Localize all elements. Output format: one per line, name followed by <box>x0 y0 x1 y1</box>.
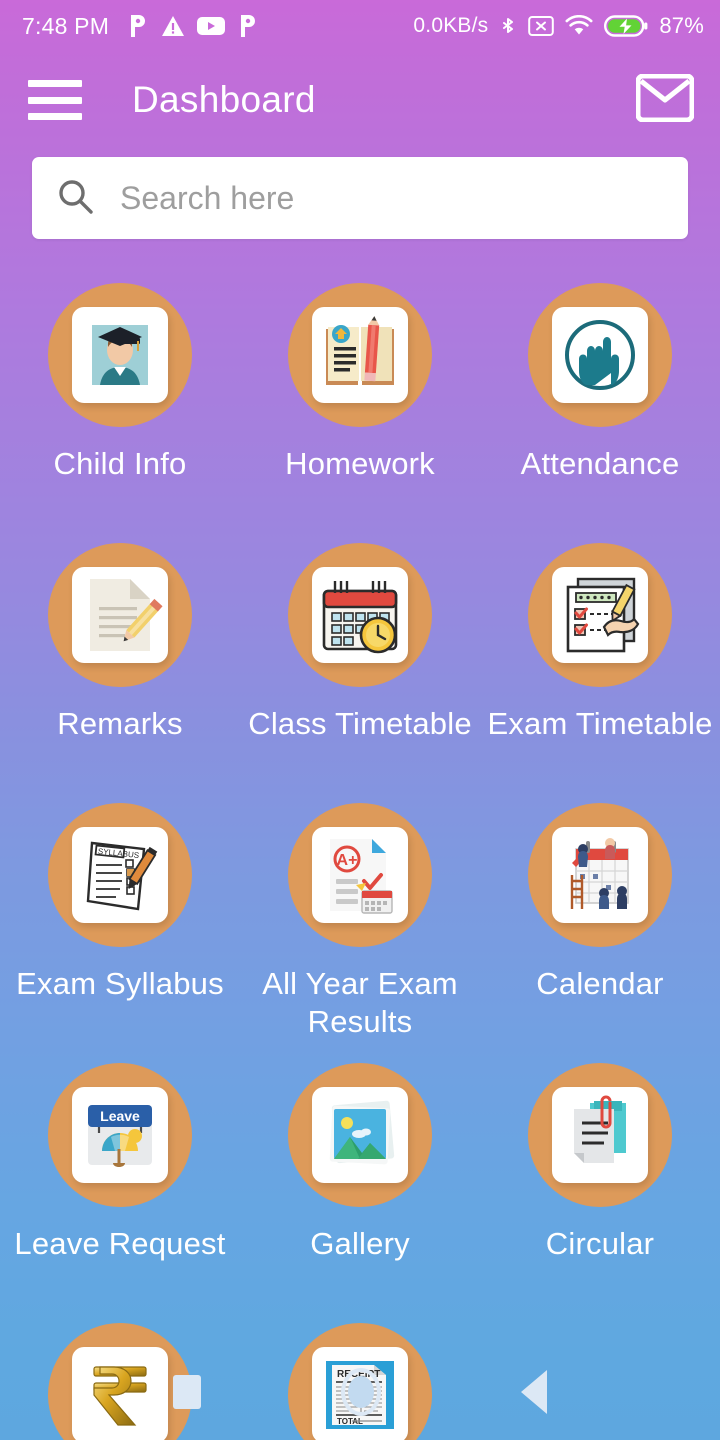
student-photo-icon <box>72 307 168 403</box>
grid-item-exam-syllabus[interactable]: SYLLABUS Exam Syllabus <box>0 803 240 1063</box>
grid-item-gallery[interactable]: Gallery <box>240 1063 480 1323</box>
grid-item-exam-timetable[interactable]: Exam Timetable <box>480 543 720 803</box>
grid-item-child-info[interactable]: Child Info <box>0 283 240 543</box>
icon-badge <box>528 283 672 427</box>
icon-badge <box>48 543 192 687</box>
grid-item-label: Class Timetable <box>248 706 472 741</box>
grid-item-label: Child Info <box>53 446 187 481</box>
search-bar-container <box>0 148 720 239</box>
no-sim-icon <box>528 14 555 38</box>
wifi-icon <box>565 15 593 37</box>
square-icon <box>173 1375 201 1409</box>
photo-stack-icon <box>312 1087 408 1183</box>
hamburger-line <box>28 113 82 120</box>
calendar-people-icon <box>552 827 648 923</box>
icon-badge: SYLLABUS <box>48 803 192 947</box>
battery-charging-icon <box>604 14 648 38</box>
youtube-icon <box>197 15 226 37</box>
icon-badge <box>288 1063 432 1207</box>
warning-triangle-icon <box>161 14 185 38</box>
syllabus-pen-icon: SYLLABUS <box>72 827 168 923</box>
icon-badge: A+ <box>288 803 432 947</box>
paperclip-document-icon <box>552 1087 648 1183</box>
grid-item-class-timetable[interactable]: Class Timetable <box>240 543 480 803</box>
home-button[interactable] <box>341 1368 381 1416</box>
svg-text:Leave: Leave <box>100 1108 140 1124</box>
network-speed: 0.0KB/s <box>413 14 489 37</box>
hamburger-line <box>28 96 82 104</box>
circle-icon <box>341 1368 381 1416</box>
icon-badge <box>528 543 672 687</box>
grid-item-homework[interactable]: Homework <box>240 283 480 543</box>
status-bar-left: 7:48 PM <box>22 13 259 40</box>
hamburger-line <box>28 80 82 87</box>
back-button[interactable] <box>521 1370 547 1414</box>
search-icon <box>56 177 94 220</box>
icon-badge <box>288 283 432 427</box>
grid-item-circular[interactable]: Circular <box>480 1063 720 1323</box>
grid-item-remarks[interactable]: Remarks <box>0 543 240 803</box>
grid-item-label: Exam Syllabus <box>16 966 224 1001</box>
battery-percent: 87% <box>659 13 704 38</box>
calendar-clock-icon <box>312 567 408 663</box>
grid-item-calendar[interactable]: Calendar <box>480 803 720 1063</box>
icon-badge: Leave <box>48 1063 192 1207</box>
grid-item-all-year-exam-results[interactable]: A+ All Year Exam Results <box>240 803 480 1063</box>
grid-item-label: Circular <box>545 1226 655 1261</box>
document-pencil-icon <box>72 567 168 663</box>
android-navigation-bar <box>0 1344 720 1440</box>
p-app-icon <box>127 13 149 39</box>
status-bar-right: 0.0KB/s 87% <box>413 13 704 39</box>
grid-item-label: All Year Exam Results <box>262 966 458 1039</box>
status-clock: 7:48 PM <box>22 12 110 39</box>
grid-item-leave-request[interactable]: Leave Leave Request <box>0 1063 240 1323</box>
triangle-left-icon <box>521 1370 547 1414</box>
svg-text:A+: A+ <box>337 852 358 869</box>
icon-badge <box>48 283 192 427</box>
grid-item-label: Gallery <box>310 1226 410 1261</box>
hamburger-menu-icon[interactable] <box>28 80 82 120</box>
envelope-icon[interactable] <box>635 73 695 127</box>
status-bar: 7:48 PM 0.0KB/s 87% <box>0 0 720 52</box>
grid-item-attendance[interactable]: Attendance <box>480 283 720 543</box>
icon-badge <box>528 803 672 947</box>
bluetooth-icon <box>499 13 517 39</box>
p-app-icon <box>237 13 259 39</box>
raised-hands-icon <box>552 307 648 403</box>
grid-item-label: Remarks <box>57 706 183 741</box>
icon-badge <box>288 543 432 687</box>
page-title: Dashboard <box>132 79 316 120</box>
leave-beach-icon: Leave <box>72 1087 168 1183</box>
grid-item-label: Calendar <box>536 966 664 1001</box>
book-pencil-icon <box>312 307 408 403</box>
dashboard-grid: Child Info Homework Attendance Remarks C… <box>0 239 720 1440</box>
search-box[interactable] <box>32 157 688 239</box>
icon-badge <box>528 1063 672 1207</box>
grid-item-label: Leave Request <box>14 1226 226 1261</box>
grid-item-label: Homework <box>285 446 435 481</box>
grid-item-label: Exam Timetable <box>487 706 713 741</box>
recents-button[interactable] <box>173 1375 201 1409</box>
checklist-hand-pen-icon <box>552 567 648 663</box>
search-input[interactable] <box>120 157 664 239</box>
aplus-report-icon: A+ <box>312 827 408 923</box>
app-bar: Dashboard <box>0 52 720 148</box>
grid-item-label: Attendance <box>520 446 680 481</box>
